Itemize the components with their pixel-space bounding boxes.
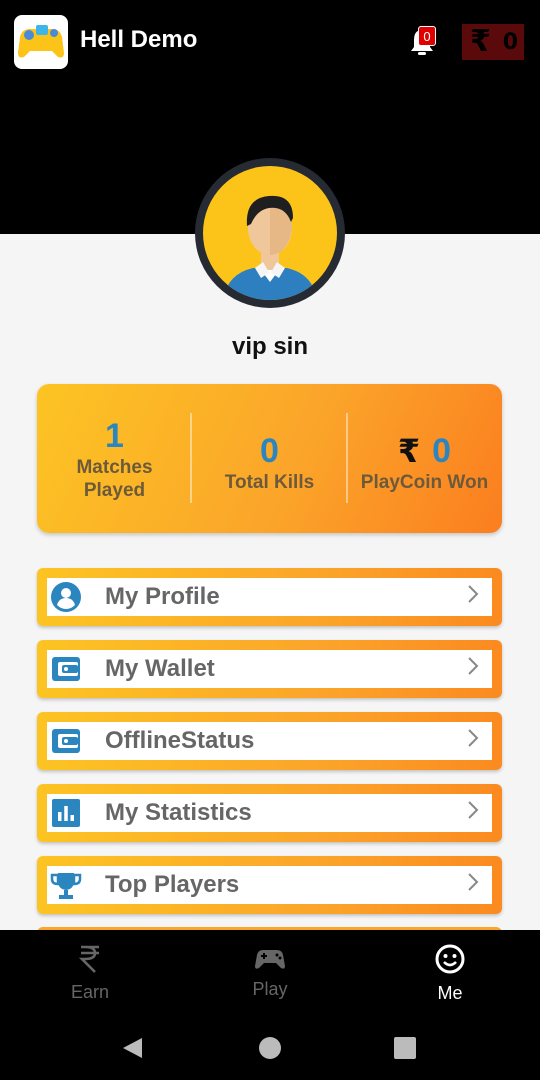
- gamepad-icon: [253, 947, 287, 975]
- app-bar: Hell Demo 0 ₹ 0: [0, 0, 540, 84]
- menu-item-body: My Profile: [47, 578, 492, 616]
- nav-tab-earn[interactable]: Earn: [0, 930, 180, 1016]
- menu-item-label: My Profile: [105, 583, 220, 610]
- wallet-icon: [49, 652, 83, 686]
- menu-item-label: Top Players: [105, 871, 240, 898]
- menu-item-label: My Wallet: [105, 655, 215, 682]
- bottom-navigation: Earn Play Me: [0, 930, 540, 1016]
- app-logo: [14, 15, 68, 69]
- menu-item-top-players[interactable]: Top Players: [37, 856, 502, 914]
- back-icon[interactable]: [120, 1036, 144, 1064]
- nav-tab-label: Earn: [70, 981, 110, 1002]
- chevron-right-icon: [466, 872, 480, 898]
- wallet-icon: [49, 724, 83, 758]
- notification-count-badge: 0: [418, 26, 436, 46]
- home-icon[interactable]: [258, 1036, 282, 1064]
- stat-value-row: ₹ 0: [398, 431, 451, 471]
- menu-item-body: My Wallet: [47, 650, 492, 688]
- rupee-icon: [78, 944, 101, 978]
- nav-tab-me[interactable]: Me: [360, 930, 540, 1016]
- menu-item-body: My Statistics: [47, 794, 492, 832]
- avatar[interactable]: [195, 158, 345, 308]
- recents-icon[interactable]: [393, 1036, 417, 1064]
- chevron-right-icon: [466, 800, 480, 826]
- menu-item-my-wallet[interactable]: My Wallet: [37, 640, 502, 698]
- menu-item-body: OfflineStatus: [47, 722, 492, 760]
- profile-username: vip sin: [231, 333, 309, 360]
- chevron-right-icon: [466, 584, 480, 610]
- nav-tab-label: Me: [437, 982, 463, 1003]
- chevron-right-icon: [466, 728, 480, 754]
- menu-item-my-statistics[interactable]: My Statistics: [37, 784, 502, 842]
- rupee-icon: ₹: [470, 24, 491, 59]
- trophy-icon: [49, 868, 83, 902]
- avatar-image: [203, 166, 337, 300]
- menu-item-my-profile[interactable]: My Profile: [37, 568, 502, 626]
- nav-tab-play[interactable]: Play: [180, 930, 360, 1016]
- screen: Hell Demo 0 ₹ 0 vip sin 1 Matches Played…: [0, 0, 540, 1080]
- system-navigation-bar: [0, 1016, 540, 1080]
- user-circle-icon: [49, 580, 83, 614]
- stat-value: 0: [260, 432, 279, 470]
- stat-matches-played: 1 Matches Played: [37, 384, 192, 533]
- chevron-right-icon: [466, 656, 480, 682]
- smiley-icon: [434, 943, 466, 979]
- bar-chart-icon: [49, 796, 83, 830]
- rupee-icon: ₹: [397, 432, 421, 470]
- stat-playcoin-won: ₹ 0 PlayCoin Won: [347, 384, 502, 533]
- stat-label: Total Kills: [224, 472, 315, 493]
- wallet-amount: 0: [502, 29, 518, 55]
- nav-tab-label: Play: [252, 978, 288, 999]
- stat-value: 0: [432, 432, 452, 470]
- menu-item-label: OfflineStatus: [105, 727, 255, 754]
- stat-label: PlayCoin Won: [360, 472, 489, 493]
- stat-value: 1: [105, 416, 124, 455]
- stat-total-kills: 0 Total Kills: [192, 384, 347, 533]
- wallet-balance-chip[interactable]: ₹ 0: [462, 24, 524, 60]
- stat-label: Matches Played: [76, 456, 153, 501]
- app-title: Hell Demo: [80, 26, 198, 53]
- menu-item-body: Top Players: [47, 866, 492, 904]
- stats-card: 1 Matches Played 0 Total Kills ₹ 0 PlayC…: [37, 384, 502, 533]
- menu-item-label: My Statistics: [105, 799, 252, 826]
- menu-item-offline-status[interactable]: OfflineStatus: [37, 712, 502, 770]
